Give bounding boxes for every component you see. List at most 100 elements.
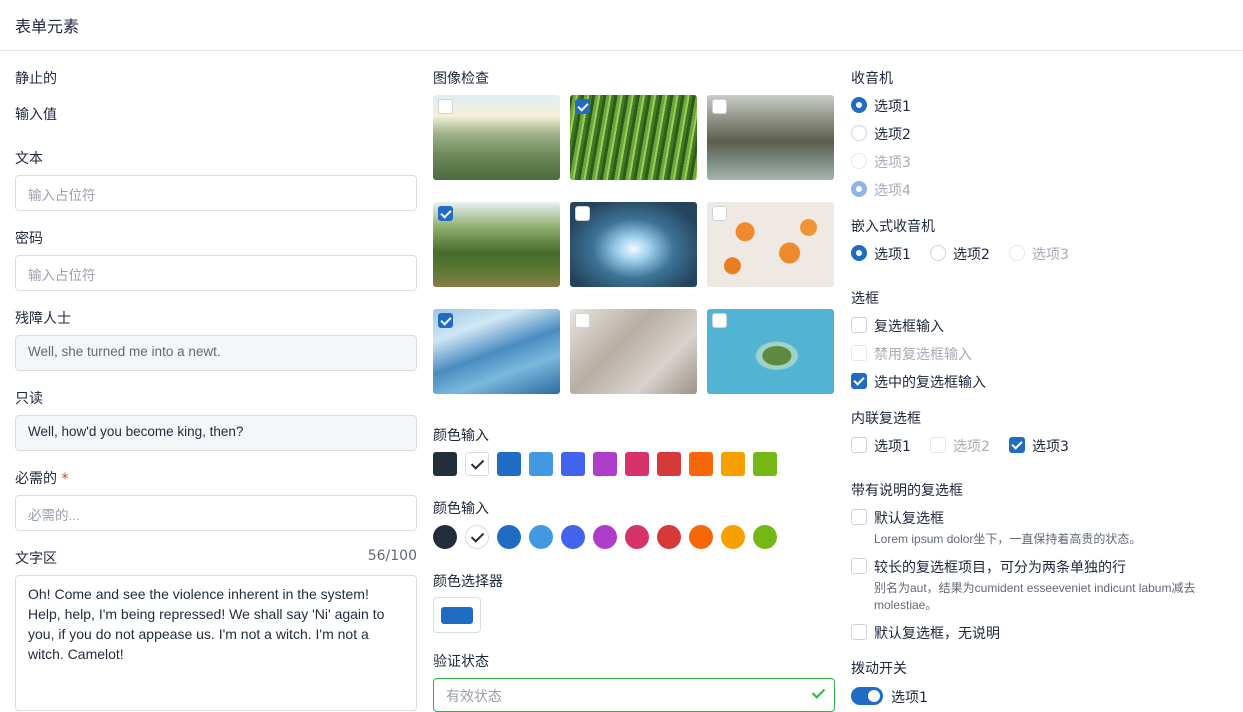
image-check-label: 图像检查 bbox=[433, 71, 489, 87]
color-swatch-square[interactable] bbox=[657, 452, 681, 476]
image-ice-cave[interactable] bbox=[570, 202, 697, 287]
checkbox[interactable] bbox=[1009, 437, 1025, 453]
image-checkbox[interactable] bbox=[712, 206, 727, 221]
checkbox-option-label: 复选框输入 bbox=[874, 319, 944, 335]
color-picker[interactable] bbox=[433, 597, 481, 633]
image-cliff-feet[interactable] bbox=[707, 95, 834, 180]
image-glacier[interactable] bbox=[433, 309, 560, 394]
checkbox[interactable] bbox=[851, 509, 867, 525]
color-input-label-2: 颜色输入 bbox=[433, 501, 489, 517]
password-label: 密码 bbox=[15, 231, 43, 247]
color-swatch-square[interactable] bbox=[561, 452, 585, 476]
disabled-input: Well, she turned me into a newt. bbox=[15, 335, 417, 371]
page-header: 表单元素 bbox=[0, 0, 1243, 51]
checkbox-option-label: 选项2 bbox=[953, 439, 990, 455]
radio-option-label: 选项1 bbox=[874, 99, 911, 115]
textarea-counter: 56/100 bbox=[367, 548, 417, 564]
required-input[interactable]: 必需的... bbox=[15, 495, 417, 531]
image-island[interactable] bbox=[707, 309, 834, 394]
checkbox bbox=[851, 345, 867, 361]
color-swatch-square[interactable] bbox=[433, 452, 457, 476]
radio-button[interactable] bbox=[851, 97, 867, 113]
checkbox-option-label: 选项1 bbox=[874, 439, 911, 455]
static-value: 输入值 bbox=[15, 107, 57, 123]
image-checkbox[interactable] bbox=[438, 99, 453, 114]
radio-button[interactable] bbox=[851, 181, 867, 197]
color-swatch-round[interactable] bbox=[529, 525, 553, 549]
radio-option-label: 选项2 bbox=[953, 247, 990, 263]
image-palm-forest[interactable] bbox=[433, 202, 560, 287]
color-input-label-1: 颜色输入 bbox=[433, 428, 489, 444]
color-swatch-square[interactable] bbox=[721, 452, 745, 476]
image-workspace[interactable] bbox=[570, 309, 697, 394]
toggle-switch[interactable] bbox=[851, 687, 883, 705]
valid-state-placeholder: 有效状态 bbox=[446, 688, 502, 704]
color-swatch-round[interactable] bbox=[753, 525, 777, 549]
image-checkbox[interactable] bbox=[575, 99, 590, 114]
readonly-label: 只读 bbox=[15, 391, 43, 407]
checkbox-option-label: 较长的复选框项目，可分为两条单独的行 bbox=[874, 560, 1126, 576]
radio-button bbox=[1009, 245, 1025, 261]
readonly-input[interactable]: Well, how'd you become king, then? bbox=[15, 415, 417, 451]
image-checkbox[interactable] bbox=[438, 206, 453, 221]
required-label: 必需的 * bbox=[15, 468, 68, 488]
checkbox[interactable] bbox=[851, 317, 867, 333]
checkbox-option-label: 默认复选框，无说明 bbox=[874, 626, 1000, 642]
color-swatch-round[interactable] bbox=[625, 525, 649, 549]
textarea-input[interactable]: Oh! Come and see the violence inherent i… bbox=[15, 575, 417, 711]
check-icon bbox=[811, 685, 826, 699]
color-picker-label: 颜色选择器 bbox=[433, 574, 503, 590]
radio-button[interactable] bbox=[851, 125, 867, 141]
image-checkbox[interactable] bbox=[438, 313, 453, 328]
checkbox-option-label: 默认复选框 bbox=[874, 511, 944, 527]
text-label: 文本 bbox=[15, 151, 43, 167]
checkbox[interactable] bbox=[851, 558, 867, 574]
checkbox-option-label: 禁用复选框输入 bbox=[874, 347, 972, 363]
required-star: * bbox=[61, 471, 69, 487]
checkbox[interactable] bbox=[851, 373, 867, 389]
radio-option-label: 选项2 bbox=[874, 127, 911, 143]
color-swatch-square[interactable] bbox=[625, 452, 649, 476]
required-label-text: 必需的 bbox=[15, 471, 57, 487]
color-swatch-square[interactable] bbox=[593, 452, 617, 476]
image-checkbox[interactable] bbox=[712, 99, 727, 114]
password-input[interactable]: 输入占位符 bbox=[15, 255, 417, 291]
radio-button[interactable] bbox=[851, 245, 867, 261]
image-checkbox[interactable] bbox=[575, 206, 590, 221]
inline-checkbox-label: 内联复选框 bbox=[851, 411, 921, 427]
checkbox-option-label: 选项3 bbox=[1032, 439, 1069, 455]
color-swatch-round[interactable] bbox=[465, 525, 489, 549]
radio-label: 收音机 bbox=[851, 71, 893, 87]
image-checkbox[interactable] bbox=[712, 313, 727, 328]
color-swatch-round[interactable] bbox=[561, 525, 585, 549]
radio-option-label: 选项3 bbox=[1032, 247, 1069, 263]
color-swatch-square[interactable] bbox=[689, 452, 713, 476]
toggle-option-label: 选项1 bbox=[891, 690, 928, 706]
color-swatch-square[interactable] bbox=[465, 452, 489, 476]
static-label: 静止的 bbox=[15, 71, 57, 87]
valid-state-input[interactable]: 有效状态 bbox=[433, 678, 835, 712]
color-swatch-round[interactable] bbox=[593, 525, 617, 549]
color-swatch-square[interactable] bbox=[753, 452, 777, 476]
page-title: 表单元素 bbox=[15, 17, 80, 36]
image-grass[interactable] bbox=[570, 95, 697, 180]
disabled-label: 残障人士 bbox=[15, 311, 71, 327]
radio-option-label: 选项4 bbox=[874, 183, 911, 199]
color-swatch-round[interactable] bbox=[657, 525, 681, 549]
image-mountain-valley[interactable] bbox=[433, 95, 560, 180]
checkbox-label: 选框 bbox=[851, 291, 879, 307]
color-swatch-round[interactable] bbox=[721, 525, 745, 549]
color-swatch-round[interactable] bbox=[689, 525, 713, 549]
color-swatch-square[interactable] bbox=[497, 452, 521, 476]
checkbox[interactable] bbox=[851, 437, 867, 453]
color-swatch-round[interactable] bbox=[497, 525, 521, 549]
color-swatch-round[interactable] bbox=[433, 525, 457, 549]
color-swatch-square[interactable] bbox=[529, 452, 553, 476]
radio-button[interactable] bbox=[930, 245, 946, 261]
toggle-label: 拨动开关 bbox=[851, 661, 907, 677]
image-oranges[interactable] bbox=[707, 202, 834, 287]
image-checkbox[interactable] bbox=[575, 313, 590, 328]
text-input[interactable]: 输入占位符 bbox=[15, 175, 417, 211]
checkbox[interactable] bbox=[851, 624, 867, 640]
radio-button bbox=[851, 153, 867, 169]
